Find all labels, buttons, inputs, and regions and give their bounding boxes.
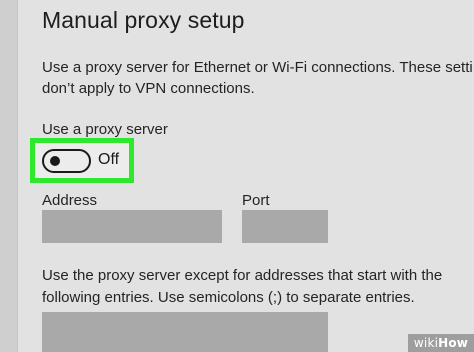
exceptions-description-line-1: Use the proxy server except for addresse… <box>42 267 443 284</box>
proxy-description-line-2: don’t apply to VPN connections. <box>42 80 255 97</box>
watermark-part-1: wiki <box>413 336 439 350</box>
use-proxy-toggle[interactable] <box>42 149 91 173</box>
port-label: Port <box>242 192 270 209</box>
use-proxy-label: Use a proxy server <box>42 121 168 138</box>
proxy-description-line-1: Use a proxy server for Ethernet or Wi-Fi… <box>42 59 473 76</box>
wikihow-watermark: wikiHow <box>408 334 474 352</box>
left-edge <box>0 0 18 352</box>
toggle-state-label: Off <box>98 151 120 168</box>
toggle-knob <box>50 156 60 166</box>
toggle-highlight-box: Off <box>30 138 134 183</box>
watermark-part-2: How <box>438 336 469 350</box>
address-input[interactable] <box>42 210 222 243</box>
port-input[interactable] <box>242 210 328 243</box>
toggle-row: Off <box>35 143 129 178</box>
exceptions-description-line-2: following entries. Use semicolons (;) to… <box>42 289 415 306</box>
proxy-description: Use a proxy server for Ethernet or Wi-Fi… <box>42 57 473 99</box>
address-label: Address <box>42 192 98 209</box>
exceptions-description: Use the proxy server except for addresse… <box>42 265 442 309</box>
page-title: Manual proxy setup <box>42 7 245 33</box>
exceptions-input[interactable] <box>42 312 328 352</box>
